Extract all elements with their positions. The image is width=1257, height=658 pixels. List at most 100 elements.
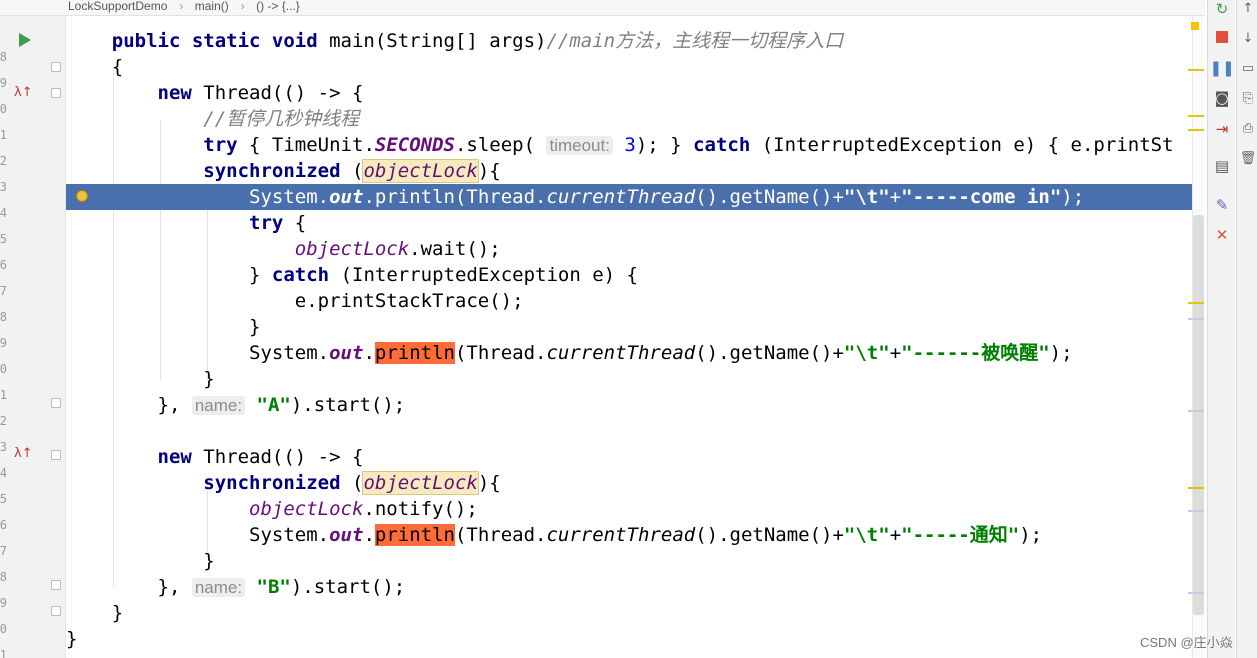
scrollbar-thumb[interactable]	[1193, 215, 1204, 615]
fold-icon[interactable]	[51, 606, 61, 616]
code-line[interactable]: try { TimeUnit.SECONDS.sleep( timeout: 3…	[66, 132, 1192, 158]
code-token: },	[157, 576, 192, 598]
line-number: 4	[0, 466, 7, 480]
code-token: }	[249, 316, 261, 338]
code-token: new	[157, 82, 192, 104]
code-line[interactable]: objectLock.notify();	[66, 496, 1192, 522]
error-stripe-mark[interactable]	[1188, 592, 1204, 594]
line-number: 2	[0, 414, 7, 428]
code-string: "A"	[245, 394, 291, 416]
error-stripe-mark[interactable]	[1188, 510, 1204, 512]
line-number: 9	[0, 596, 7, 610]
code-line[interactable]: }	[66, 366, 1192, 392]
code-line[interactable]: } catch (InterruptedException e) {	[66, 262, 1192, 288]
code-string: "B"	[245, 576, 291, 598]
settings-icon[interactable]: ▭	[1240, 60, 1256, 76]
breadcrumb-item-lambda[interactable]: () -> {...}	[256, 0, 300, 13]
line-number: 7	[0, 544, 7, 558]
camera-icon[interactable]: ◙	[1213, 89, 1231, 107]
layout-icon[interactable]: ▤	[1213, 157, 1231, 175]
error-stripe-mark[interactable]	[1188, 129, 1204, 131]
code-token: ); }	[635, 134, 694, 156]
error-stripe-mark[interactable]	[1188, 69, 1204, 71]
code-token: synchronized	[203, 160, 341, 182]
lambda-icon[interactable]: λ↑	[14, 85, 34, 103]
close-icon[interactable]: ✕	[1213, 226, 1231, 244]
pin-icon[interactable]: ✎	[1213, 196, 1231, 214]
code-line[interactable]: new Thread(() -> {	[66, 444, 1192, 470]
arrow-up-icon[interactable]: ↑	[1240, 0, 1256, 16]
code-token: (	[340, 472, 364, 494]
code-line[interactable]: public static void main(String[] args)//…	[66, 28, 1192, 54]
code-editor[interactable]: public static void main(String[] args)//…	[66, 16, 1192, 658]
fold-icon[interactable]	[51, 88, 61, 98]
run-main-icon[interactable]	[19, 33, 31, 47]
code-token: ).start();	[290, 394, 406, 416]
code-line[interactable]: }	[66, 548, 1192, 574]
code-line[interactable]: synchronized (objectLock){	[66, 158, 1192, 184]
rerun-icon[interactable]: ↻	[1213, 0, 1231, 18]
fold-icon[interactable]	[51, 580, 61, 590]
code-string: "\t"	[843, 186, 890, 208]
code-token: (InterruptedException e) {	[329, 264, 638, 286]
code-token: {	[283, 212, 307, 234]
lambda-icon[interactable]: λ↑	[14, 446, 34, 464]
code-string: "-----通知"	[901, 524, 1020, 546]
line-number: 3	[0, 180, 7, 194]
fold-icon[interactable]	[51, 450, 61, 460]
error-stripe-mark[interactable]	[1188, 410, 1204, 412]
line-number: 5	[0, 232, 7, 246]
fold-icon[interactable]	[51, 398, 61, 408]
line-number: 8	[0, 310, 7, 324]
trash-icon[interactable]: 🗑	[1240, 150, 1257, 166]
code-string: "\t"	[843, 524, 890, 546]
line-number: 7	[0, 284, 7, 298]
error-stripe-mark[interactable]	[1188, 302, 1204, 304]
pause-icon[interactable]: ❚❚	[1209, 59, 1234, 77]
search-match: println	[374, 342, 455, 364]
print-icon[interactable]: ⎙	[1240, 120, 1256, 136]
line-number: 9	[0, 76, 7, 90]
secondary-toolbar: ↑ ↓ ▭ ⎘ ⎙ 🗑	[1236, 0, 1257, 658]
code-line[interactable]: }	[66, 600, 1192, 626]
code-token: .notify();	[363, 498, 478, 520]
editor-gutter[interactable]: 8 9 0 1 2 3 4 5 6 7 8 9 0 1 2 3 4 5 6 7 …	[0, 16, 66, 658]
code-line[interactable]: }, name: "B").start();	[66, 574, 1192, 600]
fold-icon[interactable]	[51, 62, 61, 72]
code-line[interactable]: }, name: "A").start();	[66, 392, 1192, 418]
code-line[interactable]: }	[66, 314, 1192, 340]
breadcrumb-item-method[interactable]: main()	[195, 0, 229, 13]
line-number: 0	[0, 622, 7, 636]
breadcrumb: LockSupportDemo › main() › () -> {...}	[0, 0, 1205, 16]
error-stripe-mark[interactable]	[1188, 318, 1204, 320]
code-token: new	[157, 446, 192, 468]
exit-icon[interactable]: ⇥	[1213, 120, 1231, 138]
code-line[interactable]: {	[66, 54, 1192, 80]
code-line[interactable]: try {	[66, 210, 1192, 236]
code-line[interactable]: objectLock.wait();	[66, 236, 1192, 262]
execution-point-line[interactable]: System.out.println(Thread.currentThread(…	[66, 184, 1192, 210]
export-icon[interactable]: ⎘	[1240, 90, 1256, 106]
stop-icon[interactable]	[1213, 28, 1231, 46]
code-line[interactable]: e.printStackTrace();	[66, 288, 1192, 314]
watermark: CSDN @庄小焱	[1140, 635, 1233, 650]
code-line[interactable]: new Thread(() -> {	[66, 80, 1192, 106]
line-number: 8	[0, 50, 7, 64]
execution-point-icon[interactable]	[76, 190, 88, 202]
error-stripe-mark[interactable]	[1188, 487, 1204, 489]
code-line[interactable]: System.out.println(Thread.currentThread(…	[66, 340, 1192, 366]
breadcrumb-item-class[interactable]: LockSupportDemo	[68, 0, 167, 13]
code-line[interactable]: }	[66, 626, 1192, 652]
code-line[interactable]: System.out.println(Thread.currentThread(…	[66, 522, 1192, 548]
code-token: try	[203, 134, 238, 156]
code-token: .	[363, 524, 375, 546]
parameter-hint: timeout:	[546, 136, 613, 155]
error-stripe-mark[interactable]	[1188, 115, 1204, 117]
code-line[interactable]: synchronized (objectLock){	[66, 470, 1192, 496]
arrow-down-icon[interactable]: ↓	[1240, 30, 1256, 46]
analysis-status-icon[interactable]	[1191, 22, 1199, 30]
line-number: 1	[0, 128, 7, 142]
code-token: (Thread.	[454, 342, 547, 364]
code-line[interactable]: //暂停几秒钟线程	[66, 106, 1192, 132]
code-token: out	[329, 342, 364, 364]
